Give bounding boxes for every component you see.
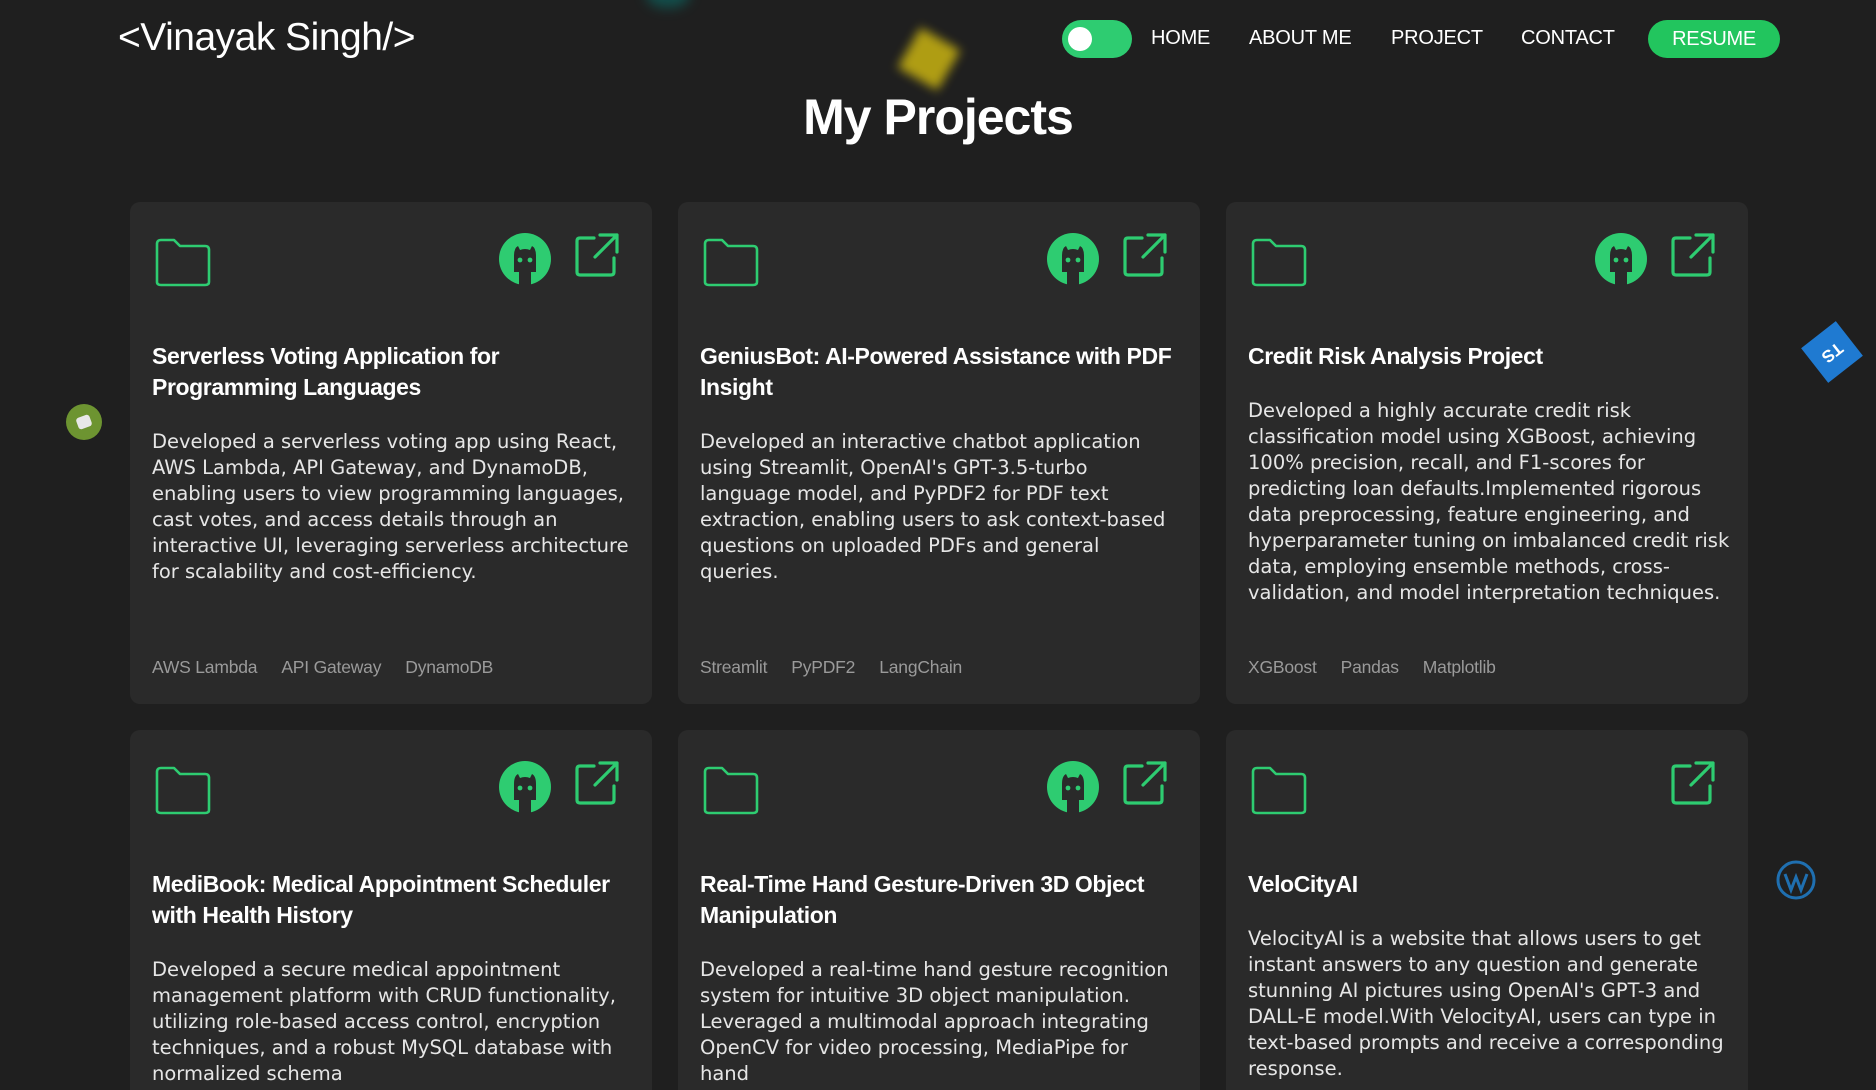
theme-toggle[interactable] <box>1062 20 1132 58</box>
nav-link-home[interactable]: HOME <box>1151 27 1210 50</box>
tag: LangChain <box>879 657 963 677</box>
project-title: GeniusBot: AI-Powered Assistance with PD… <box>700 343 1172 400</box>
folder-icon <box>154 236 212 288</box>
external-link-icon[interactable] <box>1670 760 1716 806</box>
external-link-icon[interactable] <box>574 760 620 806</box>
project-tags: Streamlit PyPDF2 LangChain <box>700 657 962 678</box>
folder-icon <box>702 764 760 816</box>
github-icon[interactable] <box>1046 232 1100 286</box>
tag: PyPDF2 <box>791 657 856 677</box>
github-icon[interactable] <box>1594 232 1648 286</box>
nav-link-about-me[interactable]: ABOUT ME <box>1249 27 1352 50</box>
toggle-knob <box>1068 27 1092 51</box>
tag: XGBoost <box>1248 657 1317 677</box>
external-link-icon[interactable] <box>1122 232 1168 278</box>
tag: Streamlit <box>700 657 768 677</box>
page-title: My Projects <box>803 89 1074 145</box>
project-tags: AWS Lambda API Gateway DynamoDB <box>152 657 493 678</box>
project-description: Developed an interactive chatbot applica… <box>700 430 1166 583</box>
folder-icon <box>1250 236 1308 288</box>
project-card[interactable]: Real-Time Hand Gesture-Driven 3D Object … <box>678 730 1200 1090</box>
floating-wordpress-logo-icon <box>1776 860 1816 900</box>
project-card[interactable]: Credit Risk Analysis Project Developed a… <box>1226 202 1748 704</box>
site-logo[interactable]: <Vinayak Singh/> <box>118 16 416 60</box>
typescript-logo-text: TS <box>1817 338 1847 367</box>
tag: AWS Lambda <box>152 657 258 677</box>
project-description: VelocityAI is a website that allows user… <box>1248 927 1724 1080</box>
project-description: Developed a serverless voting app using … <box>152 430 629 583</box>
project-card[interactable]: GeniusBot: AI-Powered Assistance with PD… <box>678 202 1200 704</box>
project-tags: XGBoost Pandas Matplotlib <box>1248 657 1496 678</box>
github-icon[interactable] <box>498 760 552 814</box>
floating-typescript-logo-icon: TS <box>1801 321 1863 383</box>
folder-icon <box>1250 764 1308 816</box>
project-title: Credit Risk Analysis Project <box>1248 343 1543 369</box>
nav-link-contact[interactable]: CONTACT <box>1521 27 1615 50</box>
project-description: Developed a highly accurate credit risk … <box>1248 399 1730 604</box>
external-link-icon[interactable] <box>574 232 620 278</box>
project-card[interactable]: Serverless Voting Application for Progra… <box>130 202 652 704</box>
project-card[interactable]: MediBook: Medical Appointment Scheduler … <box>130 730 652 1090</box>
project-card[interactable]: VeloCityAI VelocityAI is a website that … <box>1226 730 1748 1090</box>
tag: Matplotlib <box>1422 657 1496 677</box>
resume-button[interactable]: RESUME <box>1648 20 1780 58</box>
tag: Pandas <box>1340 657 1399 677</box>
external-link-icon[interactable] <box>1670 232 1716 278</box>
folder-icon <box>154 764 212 816</box>
project-description: Developed a real-time hand gesture recog… <box>700 958 1169 1085</box>
github-icon[interactable] <box>498 232 552 286</box>
tag: API Gateway <box>281 657 382 677</box>
nav-link-project[interactable]: PROJECT <box>1391 27 1483 50</box>
floating-tech-logo-icon <box>66 404 102 440</box>
project-description: Developed a secure medical appointment m… <box>152 958 616 1085</box>
folder-icon <box>702 236 760 288</box>
project-title: MediBook: Medical Appointment Scheduler … <box>152 871 610 928</box>
github-icon[interactable] <box>1046 760 1100 814</box>
external-link-icon[interactable] <box>1122 760 1168 806</box>
project-title: VeloCityAI <box>1248 871 1358 897</box>
project-title: Serverless Voting Application for Progra… <box>152 343 500 400</box>
tag: DynamoDB <box>405 657 494 677</box>
project-title: Real-Time Hand Gesture-Driven 3D Object … <box>700 871 1145 928</box>
